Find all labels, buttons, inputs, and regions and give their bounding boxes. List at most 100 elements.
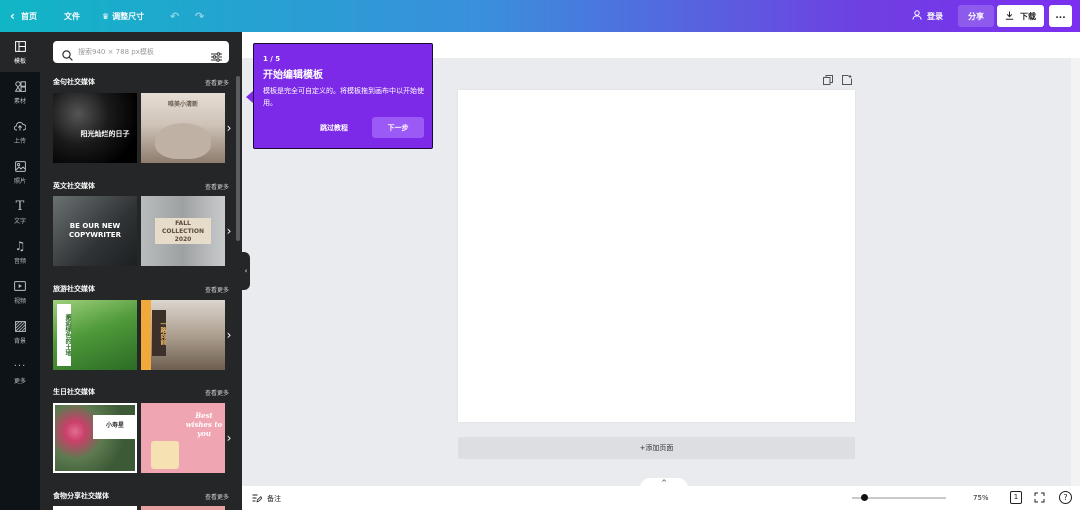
rail-label: 素材 — [13, 98, 26, 105]
next-step-button[interactable]: 下一步 — [372, 117, 424, 138]
rail-item-text[interactable]: T 文字 — [0, 192, 40, 232]
template-thumb[interactable]: BE OUR NEW COPYWRITER — [53, 196, 137, 266]
template-thumb-text: Best wishes to you — [185, 411, 223, 438]
download-button[interactable]: 下载 — [997, 5, 1044, 27]
copy-page-icon[interactable] — [822, 74, 833, 85]
see-more-link[interactable]: 查看更多 — [205, 182, 229, 191]
template-thumb[interactable]: 阳光灿烂的日子 — [53, 93, 137, 163]
skip-tutorial-button[interactable]: 跳过教程 — [320, 123, 348, 133]
popover-title: 开始编辑模板 — [263, 70, 323, 81]
canvas-scrollbar[interactable] — [1071, 58, 1080, 486]
rail-item-more[interactable]: ··· 更多 — [0, 352, 40, 392]
share-button[interactable]: 分享 — [958, 5, 994, 27]
crown-icon: ♛ — [102, 11, 110, 21]
popover-arrow — [246, 91, 253, 103]
search-placeholder: 搜索940 × 788 px模板 — [78, 48, 154, 56]
template-icon — [13, 39, 27, 53]
section-title: 食物分享社交媒体 — [53, 492, 109, 500]
zoom-level[interactable]: 75% — [973, 494, 989, 502]
bottom-bar: 备注 75% 1 ? — [242, 486, 1080, 510]
file-menu-label: 文件 — [64, 11, 80, 21]
zoom-slider-handle[interactable] — [861, 494, 868, 501]
user-icon — [912, 10, 922, 22]
see-more-link[interactable]: 查看更多 — [205, 285, 229, 294]
back-home-label: 首页 — [20, 11, 37, 21]
rail-item-video[interactable]: 视频 — [0, 272, 40, 312]
popover-step: 1 / 5 — [263, 55, 281, 63]
rail-label: 更多 — [13, 378, 26, 385]
add-page-icon[interactable] — [841, 74, 852, 85]
template-thumb-text: 阳光灿烂的日子 — [80, 130, 130, 138]
notes-label: 备注 — [267, 495, 281, 503]
add-page-button[interactable]: +添加页面 — [458, 437, 855, 459]
rail-label: 模板 — [13, 58, 26, 65]
more-options-button[interactable]: ... — [1049, 5, 1072, 27]
template-thumb[interactable]: 邂逅绿色的土地 — [53, 300, 137, 370]
section-title: 英文社交媒体 — [53, 182, 95, 190]
notes-button[interactable]: 备注 — [252, 493, 281, 505]
section-title: 生日社交媒体 — [53, 388, 95, 396]
rail-item-background[interactable]: 背景 — [0, 312, 40, 352]
login-label: 登录 — [927, 11, 943, 21]
rail-item-photos[interactable]: 照片 — [0, 152, 40, 192]
chevron-left-icon: ‹ — [10, 9, 15, 23]
undo-icon[interactable]: ↶ — [170, 0, 179, 32]
panel-scrollbar[interactable] — [236, 76, 240, 241]
chevron-right-icon[interactable]: › — [223, 120, 235, 136]
redo-icon[interactable]: ↷ — [195, 0, 204, 32]
filter-icon[interactable] — [211, 47, 222, 66]
rail-item-upload[interactable]: 上传 — [0, 112, 40, 152]
rail-label: 背景 — [13, 338, 26, 345]
template-thumb[interactable]: 一路向前 — [141, 300, 225, 370]
next-step-label: 下一步 — [387, 123, 409, 132]
chevron-right-icon[interactable]: › — [223, 327, 235, 343]
rail-item-audio[interactable]: ♫ 音频 — [0, 232, 40, 272]
download-icon — [1005, 11, 1014, 22]
more-options-label: ... — [1055, 11, 1066, 21]
text-icon: T — [15, 198, 25, 214]
resize-button[interactable]: ♛ 调整尺寸 — [102, 0, 144, 32]
see-more-link[interactable]: 查看更多 — [205, 492, 229, 501]
collapse-panel-button[interactable]: ‹ — [242, 252, 250, 290]
search-input[interactable]: 搜索940 × 788 px模板 — [53, 41, 229, 63]
download-label: 下载 — [1020, 11, 1036, 21]
template-thumb[interactable]: 唯美小清新 — [141, 93, 225, 163]
login-button[interactable]: 登录 — [912, 0, 943, 32]
share-label: 分享 — [968, 11, 984, 21]
see-more-link[interactable]: 查看更多 — [205, 78, 229, 87]
chevron-right-icon[interactable]: › — [223, 223, 235, 239]
help-button[interactable]: ? — [1059, 491, 1072, 504]
template-thumb-text: 唯美小清新 — [167, 101, 198, 108]
fullscreen-icon[interactable] — [1034, 492, 1045, 505]
onboarding-popover: 1 / 5 开始编辑模板 模板是完全可自定义的。将模板拖到画布中以开始使用。 跳… — [253, 43, 433, 149]
file-menu[interactable]: 文件 — [64, 0, 80, 32]
rail-label: 文字 — [13, 218, 26, 225]
top-bar: ‹ 首页 文件 ♛ 调整尺寸 ↶ ↷ 登录 分享 下载 ... — [0, 0, 1080, 32]
chevron-right-icon[interactable]: › — [223, 430, 235, 446]
search-icon — [62, 46, 73, 65]
page-count-label: 1 — [1013, 493, 1019, 501]
rail-item-templates[interactable]: 模板 — [0, 32, 40, 72]
rail-label: 音频 — [13, 258, 26, 265]
design-canvas[interactable] — [458, 90, 855, 422]
upload-icon — [13, 119, 27, 133]
left-rail: 模板 素材 上传 照片 T 文字 ♫ 音频 视频 背景 ··· 更多 — [0, 32, 40, 510]
template-thumb-text: BE OUR NEW COPYWRITER — [69, 222, 121, 239]
page-count-button[interactable]: 1 — [1010, 491, 1022, 504]
template-thumb[interactable]: Best wishes to you — [141, 403, 225, 473]
section-title: 金句社交媒体 — [53, 78, 95, 86]
back-home-button[interactable]: ‹ 首页 — [10, 0, 37, 32]
template-thumb[interactable]: FALL COLLECTION 2020 — [141, 196, 225, 266]
template-thumb-text: 一路向前 — [152, 310, 166, 356]
template-thumb-text: 小寿星 — [93, 415, 135, 439]
rail-item-elements[interactable]: 素材 — [0, 72, 40, 112]
template-thumb[interactable]: 小寿星 — [53, 403, 137, 473]
audio-icon: ♫ — [14, 239, 26, 253]
see-more-link[interactable]: 查看更多 — [205, 388, 229, 397]
photo-icon — [13, 159, 27, 173]
help-icon: ? — [1063, 493, 1068, 502]
rail-label: 照片 — [13, 178, 26, 185]
template-thumb-text: 邂逅绿色的土地 — [57, 304, 71, 366]
rail-label: 视频 — [13, 298, 26, 305]
notes-icon — [252, 493, 263, 505]
